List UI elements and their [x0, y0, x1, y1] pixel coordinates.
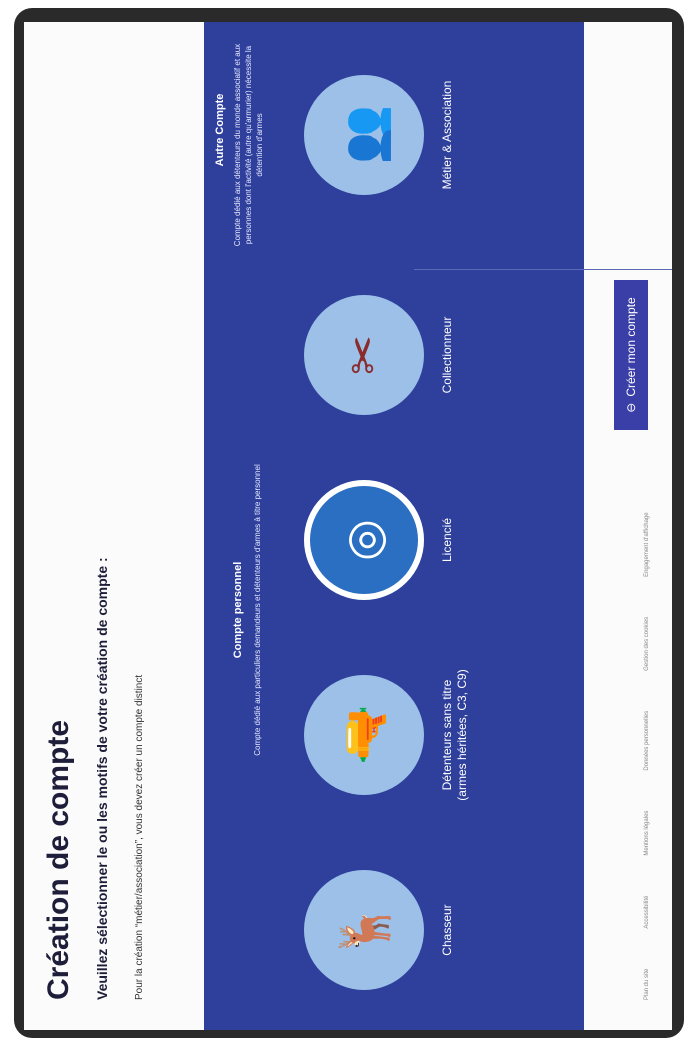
- tile-detenteurs[interactable]: 🔫 Détenteurs sans titre (armes héritées,…: [304, 660, 470, 810]
- group-description-personal: Compte dédié aux particuliers demandeurs…: [253, 464, 262, 756]
- footer-links: Plan du site Accessibilité Mentions léga…: [644, 512, 650, 1000]
- people-icon: 👥: [304, 75, 424, 195]
- footer-link[interactable]: Mentions légales: [644, 811, 650, 856]
- tile-collectionneur[interactable]: ✂ Collectionneur: [304, 280, 455, 430]
- footer-link[interactable]: Engagement d'affichage: [644, 512, 650, 576]
- tile-chasseur[interactable]: 🦌 Chasseur: [304, 855, 455, 1005]
- tile-label: Collectionneur: [440, 316, 454, 394]
- user-icon: ⊖: [624, 402, 638, 413]
- rifles-icon: ✂: [304, 295, 424, 415]
- group-divider: [414, 269, 672, 270]
- footer-link[interactable]: Gestion des cookies: [644, 617, 650, 671]
- target-icon: ◎: [304, 480, 424, 600]
- deer-icon: 🦌: [304, 870, 424, 990]
- footer-link[interactable]: Données personnelles: [644, 711, 650, 771]
- page: Création de compte Veuillez sélectionner…: [24, 22, 672, 1030]
- tile-licencie[interactable]: ◎ Licencié: [304, 465, 455, 615]
- create-account-button[interactable]: ⊖ Créer mon compte: [614, 280, 648, 430]
- screen: Création de compte Veuillez sélectionner…: [24, 22, 672, 1030]
- footer-link[interactable]: Plan du site: [644, 969, 650, 1000]
- tile-label: Licencié: [440, 517, 454, 563]
- group-heading-personal: Compte personnel: [232, 561, 244, 659]
- tile-metier-association[interactable]: 👥 Métier & Association: [304, 60, 455, 210]
- tile-label: Chasseur: [440, 904, 454, 956]
- tile-label: Métier & Association: [440, 80, 454, 190]
- group-description-other: Compte dédié aux détenteurs du monde ass…: [233, 43, 264, 247]
- gun-icon: 🔫: [304, 675, 424, 795]
- account-type-band: Compte personnel Compte dédié aux partic…: [204, 22, 672, 1030]
- group-heading-other: Autre Compte: [214, 93, 226, 167]
- page-title: Création de compte: [42, 719, 75, 1000]
- page-subtitle: Veuillez sélectionner le ou les motifs d…: [94, 557, 110, 1000]
- page-note: Pour la création “métier/association”, v…: [134, 674, 145, 1000]
- create-account-label: Créer mon compte: [624, 297, 638, 397]
- footer-link[interactable]: Accessibilité: [644, 896, 650, 929]
- tile-label: Détenteurs sans titre (armes héritées, C…: [440, 669, 469, 801]
